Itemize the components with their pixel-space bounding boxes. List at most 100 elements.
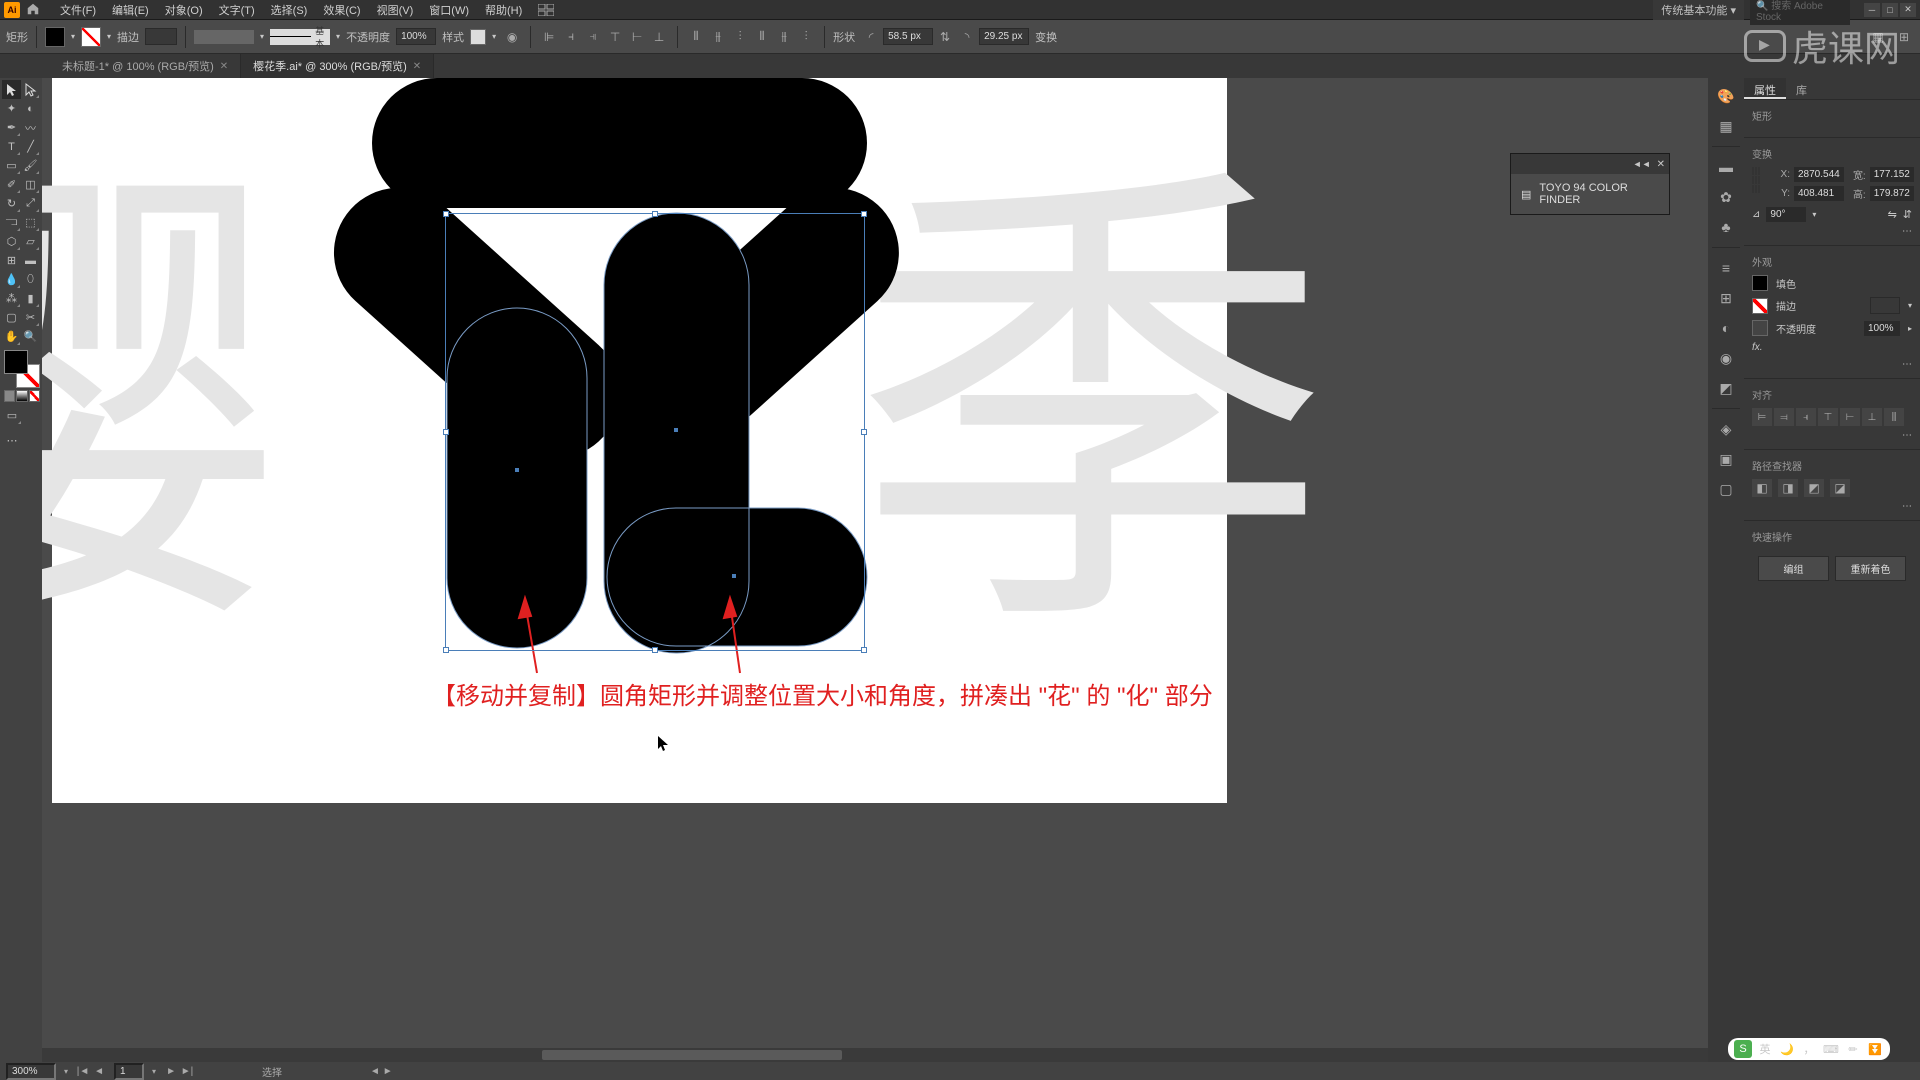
opacity-swatch[interactable] <box>1752 320 1768 336</box>
menu-object[interactable]: 对象(O) <box>157 0 211 20</box>
color-mode-color[interactable] <box>4 390 15 402</box>
curvature-tool[interactable]: 〰 <box>21 118 40 137</box>
stroke-swatch-small[interactable] <box>1752 298 1768 314</box>
transparency-panel-icon[interactable]: ◐ <box>1714 316 1738 340</box>
exclude-icon[interactable]: ◪ <box>1830 479 1850 497</box>
asset-export-icon[interactable]: ▣ <box>1714 447 1738 471</box>
ime-indicator[interactable]: S 英 🌙 ， ⌨ ✏ ⏬ <box>1728 1038 1890 1060</box>
zoom-tool[interactable]: 🔍 <box>21 327 40 346</box>
align-icon[interactable]: ⫣ <box>1796 408 1816 426</box>
align-icon[interactable]: ⫼ <box>1884 408 1904 426</box>
x-value[interactable]: 2870.544 <box>1794 167 1844 182</box>
color-panel-icon[interactable]: 🎨 <box>1714 84 1738 108</box>
minus-front-icon[interactable]: ◨ <box>1778 479 1798 497</box>
blend-tool[interactable]: ⬯ <box>21 270 40 289</box>
line-tool[interactable]: ╱ <box>21 137 40 156</box>
align-bottom-icon[interactable]: ⊥ <box>649 27 669 47</box>
w-value[interactable]: 177.152 <box>1870 167 1914 182</box>
fx-label[interactable]: fx. <box>1752 342 1763 353</box>
canvas-area[interactable]: 樱 季 <box>42 78 1708 1062</box>
corner-radius-input[interactable] <box>883 28 933 45</box>
type-tool[interactable]: T <box>2 137 21 156</box>
shape-builder-tool[interactable]: ⬡ <box>2 232 21 251</box>
recolor-icon[interactable]: ◉ <box>502 27 522 47</box>
dist-5-icon[interactable]: ⫵ <box>774 27 794 47</box>
perspective-tool[interactable]: ▱ <box>21 232 40 251</box>
tab-sakura[interactable]: 樱花季.ai* @ 300% (RGB/预览)✕ <box>241 54 434 78</box>
unite-icon[interactable]: ◧ <box>1752 479 1772 497</box>
more-options-icon[interactable]: ⋯ <box>1752 501 1912 512</box>
stroke-weight-small[interactable] <box>1870 297 1900 314</box>
lasso-tool[interactable]: ◐ <box>21 99 40 118</box>
dist-6-icon[interactable]: ⫶ <box>796 27 816 47</box>
eyedropper-tool[interactable]: 💧 <box>2 270 21 289</box>
stroke-swatch[interactable] <box>81 27 101 47</box>
align-left-icon[interactable]: ⊫ <box>539 27 559 47</box>
artboards-panel-icon[interactable]: ▢ <box>1714 477 1738 501</box>
align-top-icon[interactable]: ⊤ <box>605 27 625 47</box>
home-icon[interactable] <box>26 2 42 18</box>
more-options-icon[interactable]: ⋯ <box>1752 430 1912 441</box>
artboard-number[interactable] <box>114 1063 144 1080</box>
graphic-style[interactable] <box>470 29 486 45</box>
grid-panel-icon[interactable]: ⊞ <box>1714 286 1738 310</box>
zoom-level[interactable] <box>6 1063 56 1080</box>
dist-2-icon[interactable]: ⫵ <box>708 27 728 47</box>
align-icon[interactable]: ⊨ <box>1752 408 1772 426</box>
selection-bounding-box[interactable] <box>445 213 865 651</box>
close-icon[interactable]: ✕ <box>413 61 421 72</box>
menu-help[interactable]: 帮助(H) <box>477 0 530 20</box>
y-value[interactable]: 408.481 <box>1794 186 1844 201</box>
rectangle-tool[interactable]: ▭ <box>2 156 21 175</box>
dist-3-icon[interactable]: ⫶ <box>730 27 750 47</box>
intersect-icon[interactable]: ◩ <box>1804 479 1824 497</box>
swatches-panel-icon[interactable]: ▦ <box>1714 114 1738 138</box>
direct-selection-tool[interactable] <box>21 80 40 99</box>
menu-view[interactable]: 视图(V) <box>369 0 422 20</box>
menu-select[interactable]: 选择(S) <box>263 0 316 20</box>
align-center-v-icon[interactable]: ⊢ <box>627 27 647 47</box>
menu-panel-icon[interactable]: ≡ <box>1714 256 1738 280</box>
menu-type[interactable]: 文字(T) <box>211 0 263 20</box>
menu-effect[interactable]: 效果(C) <box>315 0 368 20</box>
close-icon[interactable]: ✕ <box>220 61 228 72</box>
width-tool[interactable]: ⫎ <box>2 213 21 232</box>
menu-window[interactable]: 窗口(W) <box>421 0 477 20</box>
align-center-h-icon[interactable]: ⫞ <box>561 27 581 47</box>
opacity-input[interactable] <box>396 28 436 45</box>
last-artboard-icon[interactable]: ►| <box>180 1064 194 1078</box>
reference-point[interactable] <box>1752 167 1760 193</box>
artboard-tool[interactable]: ▢ <box>2 308 21 327</box>
gradient-tool[interactable]: ▬ <box>21 251 40 270</box>
menu-file[interactable]: 文件(F) <box>52 0 104 20</box>
slice-tool[interactable]: ✂ <box>21 308 40 327</box>
symbols-panel-icon[interactable]: ✿ <box>1714 185 1738 209</box>
opacity-value[interactable]: 100% <box>1864 321 1900 336</box>
align-icon[interactable]: ⫤ <box>1774 408 1794 426</box>
edit-toolbar[interactable]: ⋯ <box>2 431 22 450</box>
next-artboard-icon[interactable]: ► <box>164 1064 178 1078</box>
fill-swatch-small[interactable] <box>1752 275 1768 291</box>
h-value[interactable]: 179.872 <box>1870 186 1914 201</box>
var-width-profile[interactable] <box>194 30 254 44</box>
fill-swatch[interactable] <box>45 27 65 47</box>
first-artboard-icon[interactable]: |◄ <box>76 1064 90 1078</box>
free-transform-tool[interactable]: ⬚ <box>21 213 40 232</box>
graphic-styles-icon[interactable]: ◩ <box>1714 376 1738 400</box>
scale-tool[interactable]: ⤢ <box>21 194 40 213</box>
flip-v-icon[interactable]: ⇵ <box>1903 208 1912 221</box>
corner-radius2-input[interactable] <box>979 28 1029 45</box>
workspace-selector[interactable]: 传统基本功能 ▾ <box>1653 0 1744 20</box>
nav-arrows[interactable]: ◄ ► <box>370 1066 393 1077</box>
more-options-icon[interactable]: ⋯ <box>1752 359 1912 370</box>
brush-def[interactable]: 基本 <box>270 29 330 45</box>
group-button[interactable]: 编组 <box>1758 556 1829 581</box>
selection-tool[interactable] <box>2 80 21 99</box>
magic-wand-tool[interactable]: ✦ <box>2 99 21 118</box>
prev-artboard-icon[interactable]: ◄ <box>92 1064 106 1078</box>
tab-properties[interactable]: 属性 <box>1744 78 1786 99</box>
menu-edit[interactable]: 编辑(E) <box>104 0 157 20</box>
brushes-panel-icon[interactable]: ▬ <box>1714 155 1738 179</box>
window-minimize[interactable]: ─ <box>1864 3 1880 17</box>
arrange-icon[interactable] <box>536 0 556 20</box>
